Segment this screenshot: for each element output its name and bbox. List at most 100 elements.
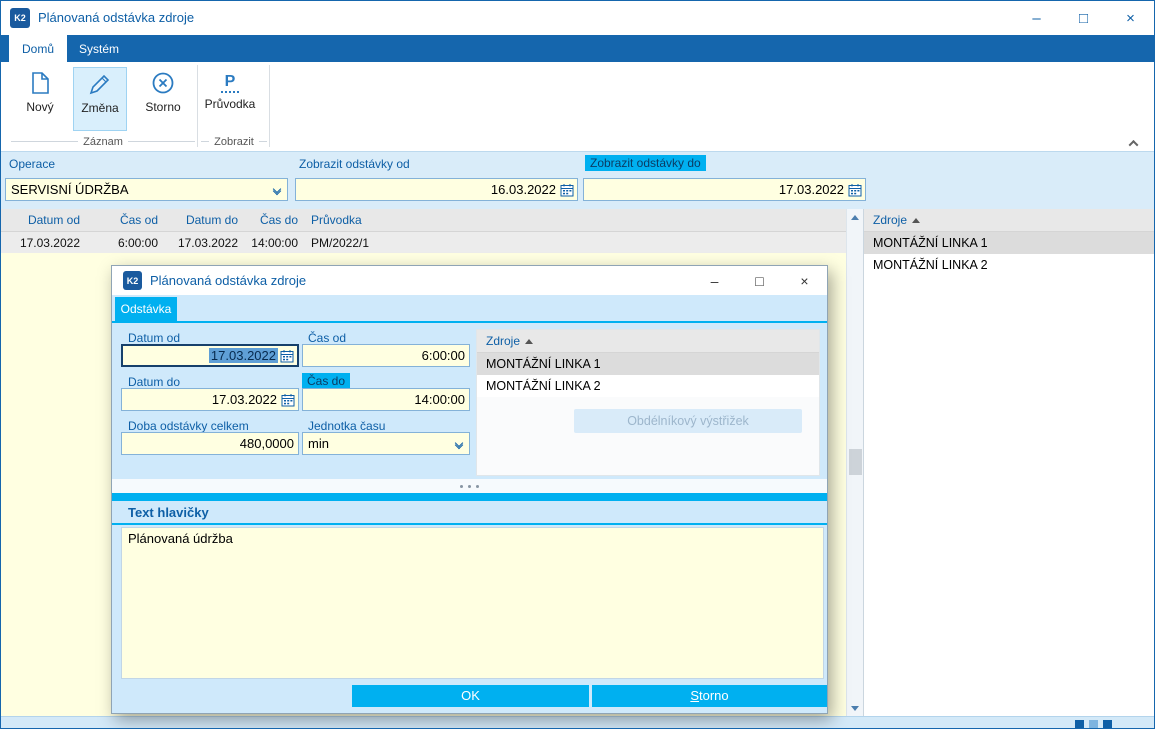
tab-domu[interactable]: Domů bbox=[9, 35, 67, 62]
datum-do-value: 17.03.2022 bbox=[122, 392, 281, 407]
status-bar bbox=[1, 716, 1154, 729]
column-header-datum-od[interactable]: Datum od bbox=[1, 209, 85, 231]
cas-od-label: Čas od bbox=[308, 331, 346, 345]
storno-button[interactable]: Storno bbox=[592, 685, 827, 707]
dialog-form: Datum od Čas od Datum do Čas do Doba ods… bbox=[112, 323, 827, 479]
tab-odstavka[interactable]: Odstávka bbox=[115, 297, 177, 321]
app-window: K2 Plánovaná odstávka zdroje – □ × Domů … bbox=[0, 0, 1155, 729]
minimize-button[interactable]: – bbox=[1013, 1, 1060, 35]
cas-do-field[interactable]: 14:00:00 bbox=[302, 388, 470, 411]
zdroje-column-header[interactable]: Zdroje bbox=[864, 209, 1155, 232]
dialog-close-button[interactable]: × bbox=[782, 266, 827, 295]
datum-od-field[interactable]: 17.03.2022 bbox=[121, 344, 299, 367]
list-item[interactable]: MONTÁŽNÍ LINKA 1 bbox=[864, 232, 1155, 254]
datum-od-value: 17.03.2022 bbox=[209, 348, 278, 363]
triangle-down-icon bbox=[851, 706, 859, 711]
dropdown-icon[interactable] bbox=[449, 433, 469, 454]
odstavky-od-value: 16.03.2022 bbox=[296, 182, 560, 197]
calendar-icon[interactable] bbox=[560, 183, 574, 197]
operace-combobox[interactable]: SERVISNÍ ÚDRŽBA bbox=[5, 178, 288, 201]
column-header-cas-do[interactable]: Čas do bbox=[243, 209, 303, 231]
splitter-dot bbox=[460, 485, 463, 488]
datum-od-label: Datum od bbox=[128, 331, 180, 345]
dialog-zdroje-list: Zdroje MONTÁŽNÍ LINKA 1 MONTÁŽNÍ LINKA 2… bbox=[476, 329, 820, 476]
column-header-cas-od[interactable]: Čas od bbox=[85, 209, 163, 231]
odstavka-dialog: K2 Plánovaná odstávka zdroje – □ × Odstá… bbox=[111, 265, 828, 714]
pruvodka-label: Průvodka bbox=[205, 97, 256, 111]
doba-odstavky-value: 480,0000 bbox=[122, 436, 298, 451]
odstavky-do-value: 17.03.2022 bbox=[584, 182, 848, 197]
zdroje-header-label: Zdroje bbox=[486, 334, 520, 348]
section-divider-bar bbox=[112, 493, 827, 501]
cas-do-value: 14:00:00 bbox=[303, 392, 469, 407]
k2-app-icon: K2 bbox=[10, 8, 30, 28]
list-item[interactable]: MONTÁŽNÍ LINKA 2 bbox=[477, 375, 819, 397]
text-hlavicky-textarea[interactable]: Plánovaná údržba bbox=[121, 527, 824, 679]
dialog-button-bar: OK Storno bbox=[112, 681, 827, 713]
dropdown-icon[interactable] bbox=[267, 179, 287, 200]
main-titlebar: K2 Plánovaná odstávka zdroje – □ × bbox=[1, 1, 1154, 35]
calendar-icon[interactable] bbox=[848, 183, 862, 197]
cas-od-value: 6:00:00 bbox=[303, 348, 469, 363]
novy-label: Nový bbox=[26, 100, 53, 114]
dialog-title: Plánovaná odstávka zdroje bbox=[150, 273, 306, 288]
calendar-icon[interactable] bbox=[281, 393, 295, 407]
splitter-handle[interactable] bbox=[112, 479, 827, 493]
novy-button[interactable]: Nový bbox=[13, 67, 67, 131]
jednotka-casu-value: min bbox=[303, 436, 449, 451]
ribbon: Nový Změna Storno P Průvodka Záznam Zobr… bbox=[1, 62, 1154, 151]
zdroje-column-header[interactable]: Zdroje bbox=[477, 330, 819, 353]
doba-odstavky-label: Doba odstávky celkem bbox=[128, 419, 249, 433]
cas-od-field[interactable]: 6:00:00 bbox=[302, 344, 470, 367]
ribbon-group-zobrazit: Zobrazit bbox=[201, 134, 267, 149]
sort-ascending-icon bbox=[525, 339, 533, 344]
storno-ribbon-button[interactable]: Storno bbox=[136, 67, 190, 131]
storno-ribbon-label: Storno bbox=[145, 100, 180, 114]
tab-system[interactable]: Systém bbox=[67, 35, 131, 62]
sort-ascending-icon bbox=[912, 218, 920, 223]
calendar-icon[interactable] bbox=[280, 349, 294, 363]
collapse-ribbon-button[interactable] bbox=[1126, 136, 1140, 150]
dialog-titlebar: K2 Plánovaná odstávka zdroje – □ × bbox=[112, 266, 827, 295]
text-hlavicky-label: Text hlavičky bbox=[128, 505, 209, 520]
doba-odstavky-field[interactable]: 480,0000 bbox=[121, 432, 299, 455]
list-item[interactable]: MONTÁŽNÍ LINKA 2 bbox=[864, 254, 1155, 276]
chevron-up-icon bbox=[1128, 139, 1138, 149]
scrollbar-thumb[interactable] bbox=[849, 449, 862, 475]
column-header-pruvodka[interactable]: Průvodka bbox=[307, 209, 437, 231]
pruvodka-button[interactable]: P Průvodka bbox=[203, 67, 257, 131]
new-document-icon bbox=[27, 70, 53, 96]
zmena-button[interactable]: Změna bbox=[73, 67, 127, 131]
pencil-icon bbox=[87, 71, 113, 97]
dialog-maximize-button[interactable]: □ bbox=[737, 266, 782, 295]
maximize-button[interactable]: □ bbox=[1060, 1, 1107, 35]
scroll-up-button[interactable] bbox=[847, 209, 863, 225]
dialog-minimize-button[interactable]: – bbox=[692, 266, 737, 295]
grid-header: Datum od Čas od Datum do Čas do Průvodka bbox=[1, 209, 846, 232]
ok-button[interactable]: OK bbox=[352, 685, 589, 707]
list-item[interactable]: MONTÁŽNÍ LINKA 1 bbox=[477, 353, 819, 375]
close-button[interactable]: × bbox=[1107, 1, 1154, 35]
cas-do-label: Čas do bbox=[302, 373, 350, 389]
vertical-scrollbar[interactable] bbox=[846, 209, 863, 716]
scroll-down-button[interactable] bbox=[847, 700, 863, 716]
datum-do-field[interactable]: 17.03.2022 bbox=[121, 388, 299, 411]
jednotka-casu-combobox[interactable]: min bbox=[302, 432, 470, 455]
snip-overlay-button[interactable]: Obdélníkový výstřižek bbox=[574, 409, 802, 433]
text-hlavicky-header: Text hlavičky bbox=[112, 501, 827, 523]
ribbon-tabbar: Domů Systém bbox=[1, 35, 1154, 62]
k2-app-icon: K2 bbox=[123, 271, 142, 290]
cancel-circle-icon bbox=[150, 70, 176, 96]
grid-row[interactable]: 17.03.2022 6:00:00 17.03.2022 14:00:00 P… bbox=[1, 232, 846, 253]
odstavky-do-datefield[interactable]: 17.03.2022 bbox=[583, 178, 866, 201]
operace-value: SERVISNÍ ÚDRŽBA bbox=[6, 182, 267, 197]
main-window-controls: – □ × bbox=[1013, 1, 1154, 35]
odstavky-od-datefield[interactable]: 16.03.2022 bbox=[295, 178, 578, 201]
splitter-dot bbox=[476, 485, 479, 488]
column-header-datum-do[interactable]: Datum do bbox=[163, 209, 243, 231]
ribbon-group-zaznam: Záznam bbox=[11, 134, 195, 149]
jednotka-casu-label: Jednotka času bbox=[308, 419, 385, 433]
ribbon-separator bbox=[269, 65, 270, 147]
zdroje-panel: Zdroje MONTÁŽNÍ LINKA 1 MONTÁŽNÍ LINKA 2 bbox=[863, 209, 1155, 716]
dialog-window-controls: – □ × bbox=[692, 266, 827, 295]
